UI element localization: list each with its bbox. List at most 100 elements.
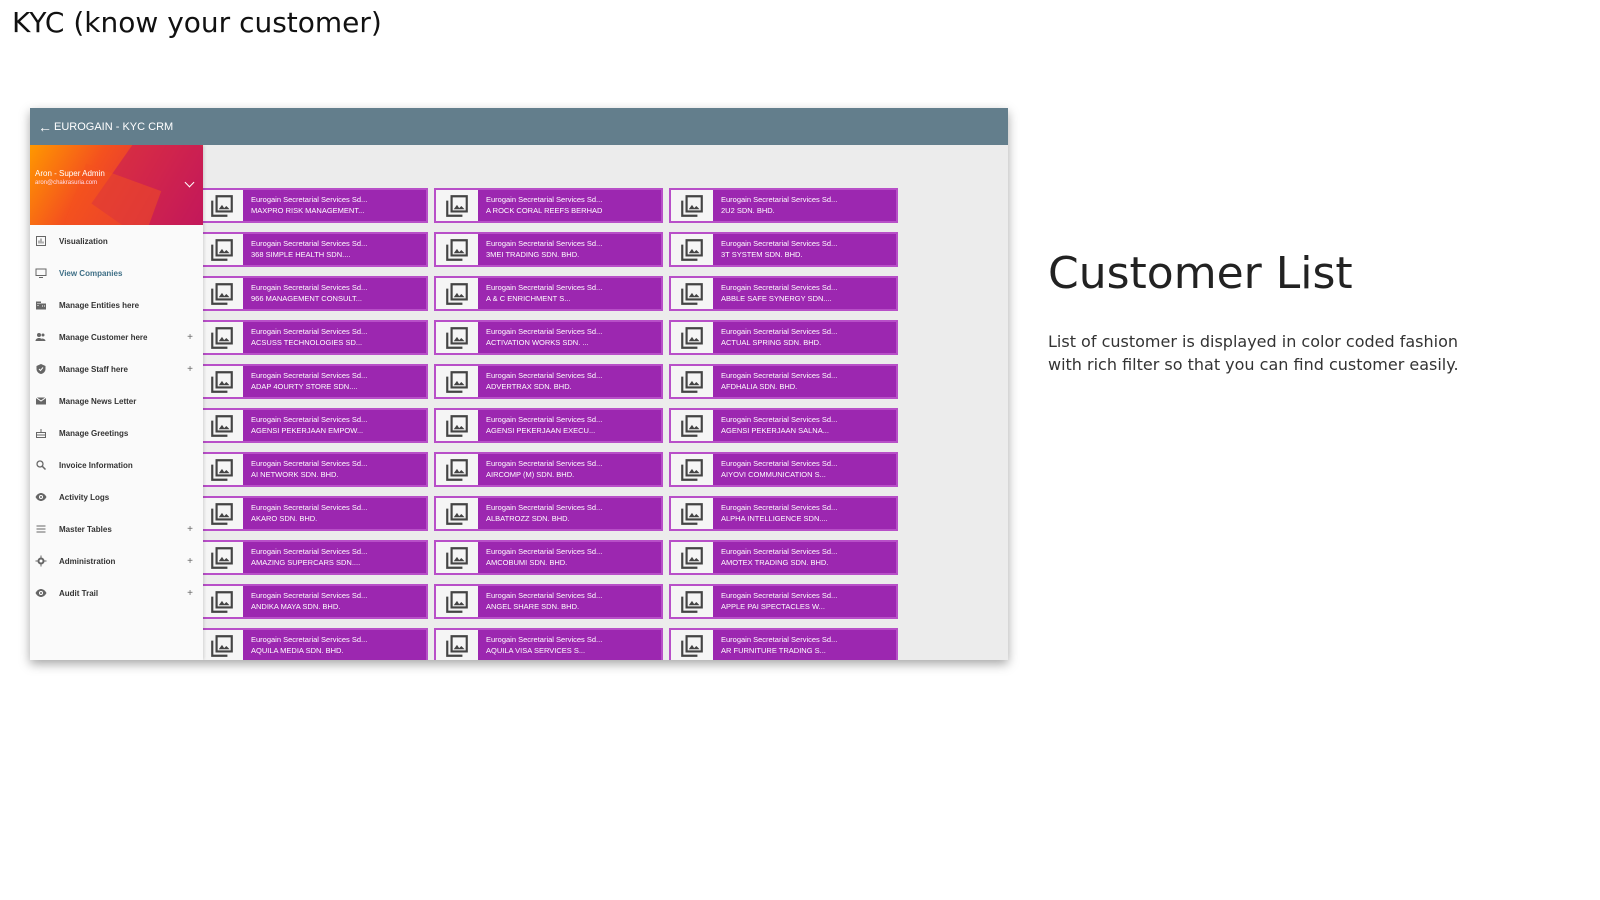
card-secretary-name: Eurogain Secretarial Services Sd...: [486, 195, 603, 204]
customer-card[interactable]: Eurogain Secretarial Services Sd... ABBLE…: [669, 276, 898, 311]
customer-card[interactable]: Eurogain Secretarial Services Sd... AMAZI…: [199, 540, 428, 575]
sidebar-item-view-companies[interactable]: View Companies: [30, 257, 203, 289]
customer-card[interactable]: Eurogain Secretarial Services Sd... AGENS…: [434, 408, 663, 443]
image-icon: [671, 586, 713, 617]
card-company-name: A ROCK CORAL REEFS BERHAD: [486, 206, 603, 215]
customer-card[interactable]: Eurogain Secretarial Services Sd... APPLE…: [669, 584, 898, 619]
customer-card[interactable]: Eurogain Secretarial Services Sd... AGENS…: [669, 408, 898, 443]
customer-card[interactable]: Eurogain Secretarial Services Sd... AQUIL…: [434, 628, 663, 660]
expand-plus-icon[interactable]: +: [187, 588, 193, 599]
customer-card[interactable]: Eurogain Secretarial Services Sd... 966 M…: [199, 276, 428, 311]
card-secretary-name: Eurogain Secretarial Services Sd...: [486, 591, 603, 600]
image-icon: [436, 410, 478, 441]
expand-plus-icon[interactable]: +: [187, 556, 193, 567]
customer-card[interactable]: Eurogain Secretarial Services Sd... ALBAT…: [434, 496, 663, 531]
customer-card[interactable]: Eurogain Secretarial Services Sd... MAXPR…: [199, 188, 428, 223]
section-description: List of customer is displayed in color c…: [1048, 332, 1459, 374]
profile-header: Aron - Super Admin aron@chakrasuria.com: [30, 145, 203, 225]
customer-card[interactable]: Eurogain Secretarial Services Sd... AR FU…: [669, 628, 898, 660]
gear-icon: [35, 555, 47, 567]
card-company-name: ABBLE SAFE SYNERGY SDN....: [721, 294, 832, 303]
sidebar-item-manage-greetings[interactable]: Manage Greetings: [30, 417, 203, 449]
customer-card[interactable]: Eurogain Secretarial Services Sd... ADAP …: [199, 364, 428, 399]
sidebar-menu: Visualization View Companies Manage Entiti…: [30, 225, 203, 609]
image-icon: [201, 366, 243, 397]
sidebar-item-activity-logs[interactable]: Activity Logs: [30, 481, 203, 513]
expand-plus-icon[interactable]: +: [187, 332, 193, 343]
card-company-name: 2U2 SDN. BHD.: [721, 206, 775, 215]
customer-card[interactable]: Eurogain Secretarial Services Sd... AIYOV…: [669, 452, 898, 487]
customer-card[interactable]: Eurogain Secretarial Services Sd... AQUIL…: [199, 628, 428, 660]
eye-icon: [35, 491, 47, 503]
customer-card[interactable]: Eurogain Secretarial Services Sd... AI NE…: [199, 452, 428, 487]
image-icon: [436, 278, 478, 309]
expand-plus-icon[interactable]: +: [187, 364, 193, 375]
expand-plus-icon[interactable]: +: [187, 524, 193, 535]
card-secretary-name: Eurogain Secretarial Services Sd...: [486, 503, 603, 512]
customer-card[interactable]: Eurogain Secretarial Services Sd... ACTUA…: [669, 320, 898, 355]
card-company-name: ALPHA INTELLIGENCE SDN....: [721, 514, 828, 523]
card-secretary-name: Eurogain Secretarial Services Sd...: [486, 239, 603, 248]
sidebar-item-manage-entities-here[interactable]: Manage Entities here: [30, 289, 203, 321]
customer-card[interactable]: Eurogain Secretarial Services Sd... ALPHA…: [669, 496, 898, 531]
sidebar-item-master-tables[interactable]: Master Tables +: [30, 513, 203, 545]
customer-card[interactable]: Eurogain Secretarial Services Sd... AKARO…: [199, 496, 428, 531]
customer-card[interactable]: Eurogain Secretarial Services Sd... AGENS…: [199, 408, 428, 443]
customer-card[interactable]: Eurogain Secretarial Services Sd... ADVER…: [434, 364, 663, 399]
sidebar-item-administration[interactable]: Administration +: [30, 545, 203, 577]
card-company-name: AGENSI PEKERJAAN EXECU...: [486, 426, 596, 435]
card-company-name: ADVERTRAX SDN. BHD.: [486, 382, 572, 391]
sidebar-item-invoice-information[interactable]: Invoice Information: [30, 449, 203, 481]
image-icon: [436, 454, 478, 485]
customer-card[interactable]: Eurogain Secretarial Services Sd... 368 S…: [199, 232, 428, 267]
customer-card[interactable]: Eurogain Secretarial Services Sd... 3MEI …: [434, 232, 663, 267]
customer-card[interactable]: Eurogain Secretarial Services Sd... ANGEL…: [434, 584, 663, 619]
image-icon: [671, 542, 713, 573]
shield-icon: [35, 363, 47, 375]
app-screenshot: ← EUROGAIN - KYC CRM Eurogain Secretaria…: [30, 108, 1008, 660]
card-secretary-name: Eurogain Secretarial Services Sd...: [251, 371, 368, 380]
arrow-left-icon[interactable]: ←: [38, 119, 52, 135]
card-secretary-name: Eurogain Secretarial Services Sd...: [486, 283, 603, 292]
card-secretary-name: Eurogain Secretarial Services Sd...: [486, 459, 603, 468]
image-icon: [436, 366, 478, 397]
card-company-name: AGENSI PEKERJAAN SALNA...: [721, 426, 829, 435]
customer-card[interactable]: Eurogain Secretarial Services Sd... ACTIV…: [434, 320, 663, 355]
sidebar-item-label: Manage Greetings: [59, 428, 129, 438]
card-company-name: MAXPRO RISK MANAGEMENT...: [251, 206, 365, 215]
customer-card[interactable]: Eurogain Secretarial Services Sd... 2U2 S…: [669, 188, 898, 223]
image-icon: [671, 190, 713, 221]
card-secretary-name: Eurogain Secretarial Services Sd...: [486, 371, 603, 380]
sidebar-item-label: Manage News Letter: [59, 396, 137, 406]
card-company-name: AQUILA VISA SERVICES S...: [486, 646, 586, 655]
image-icon: [671, 410, 713, 441]
customer-card[interactable]: Eurogain Secretarial Services Sd... ACSUS…: [199, 320, 428, 355]
customer-card[interactable]: Eurogain Secretarial Services Sd... ANDIK…: [199, 584, 428, 619]
card-company-name: 3T SYSTEM SDN. BHD.: [721, 250, 803, 259]
card-company-name: ANGEL SHARE SDN. BHD.: [486, 602, 580, 611]
card-company-name: ACTUAL SPRING SDN. BHD.: [721, 338, 822, 347]
customer-card[interactable]: Eurogain Secretarial Services Sd... 3T SY…: [669, 232, 898, 267]
people-icon: [35, 331, 47, 343]
customer-card[interactable]: Eurogain Secretarial Services Sd... AMCOB…: [434, 540, 663, 575]
customer-card[interactable]: Eurogain Secretarial Services Sd... A & C…: [434, 276, 663, 311]
sidebar-item-label: Activity Logs: [59, 492, 110, 502]
sidebar-item-visualization[interactable]: Visualization: [30, 225, 203, 257]
image-icon: [201, 190, 243, 221]
image-icon: [201, 454, 243, 485]
sidebar-item-manage-news-letter[interactable]: Manage News Letter: [30, 385, 203, 417]
sidebar-item-manage-customer-here[interactable]: Manage Customer here +: [30, 321, 203, 353]
customer-card[interactable]: Eurogain Secretarial Services Sd... AIRCO…: [434, 452, 663, 487]
sidebar-item-manage-staff-here[interactable]: Manage Staff here +: [30, 353, 203, 385]
sidebar-item-label: Manage Customer here: [59, 332, 148, 342]
card-company-name: AMOTEX TRADING SDN. BHD.: [721, 558, 829, 567]
card-secretary-name: Eurogain Secretarial Services Sd...: [251, 459, 368, 468]
customer-card[interactable]: Eurogain Secretarial Services Sd... A ROC…: [434, 188, 663, 223]
customer-card[interactable]: Eurogain Secretarial Services Sd... AMOTE…: [669, 540, 898, 575]
card-secretary-name: Eurogain Secretarial Services Sd...: [486, 327, 603, 336]
image-icon: [436, 586, 478, 617]
sidebar-item-audit-trail[interactable]: Audit Trail +: [30, 577, 203, 609]
customer-card[interactable]: Eurogain Secretarial Services Sd... AFDHA…: [669, 364, 898, 399]
search-icon: [35, 459, 47, 471]
card-company-name: AIRCOMP (M) SDN. BHD.: [486, 470, 575, 479]
